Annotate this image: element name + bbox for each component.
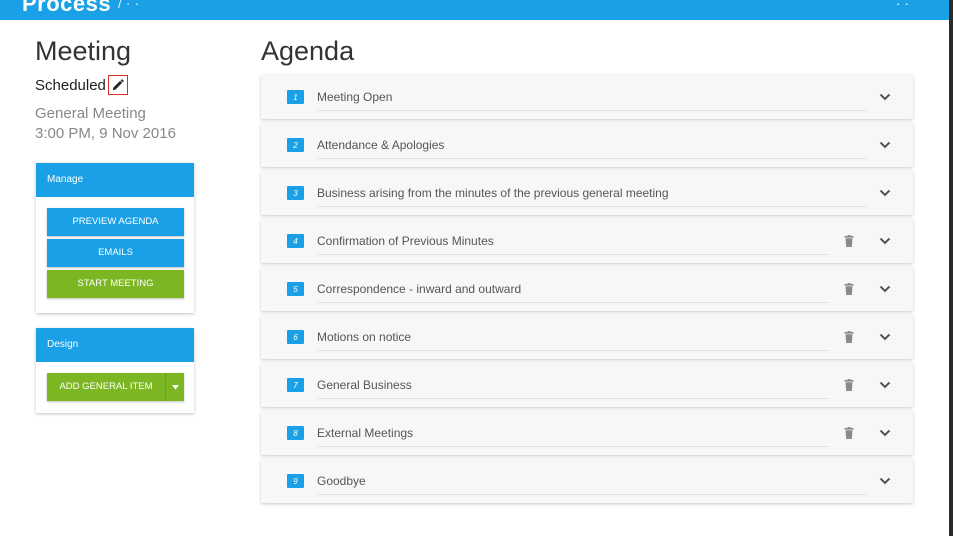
agenda-item[interactable]: 5 Correspondence - inward and outward: [261, 267, 913, 311]
preview-agenda-button[interactable]: PREVIEW AGENDA: [47, 208, 184, 236]
agenda-title: Agenda: [261, 36, 355, 66]
divider: [317, 350, 829, 351]
trash-icon[interactable]: [844, 379, 854, 391]
caret-down-icon: [171, 384, 179, 389]
agenda-item[interactable]: 3 Business arising from the minutes of t…: [261, 171, 913, 215]
agenda-item-number: 9: [287, 474, 304, 488]
chevron-down-icon[interactable]: [879, 140, 891, 150]
agenda-item-number: 1: [287, 90, 304, 104]
top-right-menu[interactable]: · ·: [896, 0, 909, 11]
breadcrumb: / · ·: [118, 0, 139, 11]
agenda-item-number: 7: [287, 378, 304, 392]
agenda-item[interactable]: 8 External Meetings: [261, 411, 913, 455]
agenda-list: 1 Meeting Open 2 Attendance & Apologies …: [261, 75, 913, 507]
agenda-item-label: Correspondence - inward and outward: [317, 282, 522, 296]
agenda-item-label: Goodbye: [317, 474, 366, 488]
divider: [317, 398, 829, 399]
chevron-down-icon[interactable]: [879, 236, 891, 246]
status-row: Scheduled: [35, 75, 128, 95]
trash-icon[interactable]: [844, 427, 854, 439]
agenda-item-label: Meeting Open: [317, 90, 393, 104]
trash-icon[interactable]: [844, 235, 854, 247]
agenda-item-label: Business arising from the minutes of the…: [317, 186, 669, 200]
window-edge: [949, 0, 953, 536]
agenda-item-label: Attendance & Apologies: [317, 138, 445, 152]
agenda-item-number: 6: [287, 330, 304, 344]
chevron-down-icon[interactable]: [879, 428, 891, 438]
agenda-item-number: 4: [287, 234, 304, 248]
chevron-down-icon[interactable]: [879, 92, 891, 102]
pencil-icon: [113, 78, 125, 90]
chevron-down-icon[interactable]: [879, 476, 891, 486]
agenda-item[interactable]: 9 Goodbye: [261, 459, 913, 503]
agenda-item[interactable]: 1 Meeting Open: [261, 75, 913, 119]
divider: [317, 446, 829, 447]
agenda-item-label: Motions on notice: [317, 330, 412, 344]
add-general-item-button[interactable]: ADD GENERAL ITEM: [47, 373, 165, 401]
meeting-status: Scheduled: [35, 76, 106, 94]
agenda-item-number: 2: [287, 138, 304, 152]
agenda-item-number: 8: [287, 426, 304, 440]
chevron-down-icon[interactable]: [879, 380, 891, 390]
manage-panel-heading: Manage: [36, 163, 194, 197]
add-general-item-split-button: ADD GENERAL ITEM: [47, 373, 184, 401]
agenda-item[interactable]: 7 General Business: [261, 363, 913, 407]
agenda-item-label: External Meetings: [317, 426, 414, 440]
design-panel-heading: Design: [36, 328, 194, 362]
divider: [317, 206, 867, 207]
divider: [317, 110, 867, 111]
chevron-down-icon[interactable]: [879, 188, 891, 198]
agenda-item[interactable]: 2 Attendance & Apologies: [261, 123, 913, 167]
meeting-datetime: 3:00 PM, 9 Nov 2016: [35, 125, 176, 142]
add-item-dropdown-toggle[interactable]: [165, 373, 184, 401]
design-panel: Design ADD GENERAL ITEM: [36, 328, 194, 413]
agenda-item[interactable]: 4 Confirmation of Previous Minutes: [261, 219, 913, 263]
divider: [317, 158, 867, 159]
agenda-item[interactable]: 6 Motions on notice: [261, 315, 913, 359]
agenda-item-label: Confirmation of Previous Minutes: [317, 234, 494, 248]
top-app-bar: Process / · · · ·: [0, 0, 949, 20]
divider: [317, 302, 829, 303]
trash-icon[interactable]: [844, 283, 854, 295]
emails-button[interactable]: EMAILS: [47, 239, 184, 267]
agenda-item-number: 3: [287, 186, 304, 200]
divider: [317, 494, 867, 495]
meeting-type: General Meeting: [35, 105, 146, 122]
edit-status-button[interactable]: [107, 75, 128, 95]
brand-logo[interactable]: Process: [22, 0, 111, 17]
agenda-item-number: 5: [287, 282, 304, 296]
divider: [317, 254, 829, 255]
start-meeting-button[interactable]: START MEETING: [47, 270, 184, 298]
chevron-down-icon[interactable]: [879, 332, 891, 342]
page-title: Meeting: [35, 36, 132, 66]
trash-icon[interactable]: [844, 331, 854, 343]
agenda-item-label: General Business: [317, 378, 412, 392]
manage-panel: Manage PREVIEW AGENDA EMAILS START MEETI…: [36, 163, 194, 313]
chevron-down-icon[interactable]: [879, 284, 891, 294]
app-window: Process / · · · · Meeting Scheduled Gene…: [0, 0, 953, 536]
